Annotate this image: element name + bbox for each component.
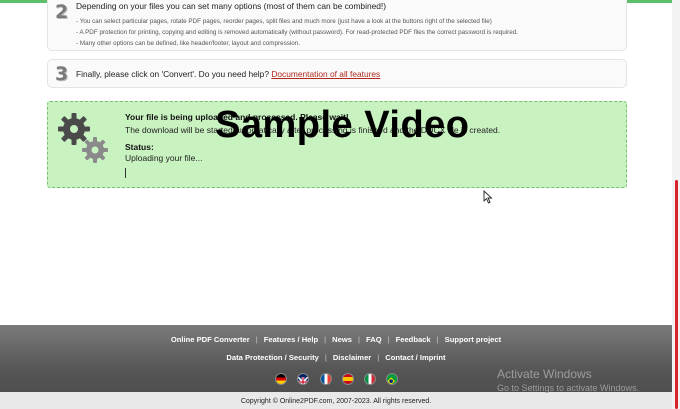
- bullet-protection: - A PDF protection for printing, copying…: [76, 29, 519, 36]
- step-2-headline: Depending on your files you can set many…: [76, 1, 387, 11]
- status-value: Uploading your file...: [125, 153, 203, 163]
- sample-video-watermark: Sample Video: [215, 104, 470, 146]
- footer-separator: |: [387, 335, 390, 344]
- gears-icon: [58, 113, 108, 163]
- step-2-options: 2 Depending on your files you can set ma…: [47, 0, 627, 51]
- italy-flag-icon[interactable]: [364, 373, 376, 385]
- brazil-flag-icon[interactable]: [386, 373, 398, 385]
- footer-link-disclaimer[interactable]: Disclaimer: [333, 353, 371, 362]
- united-kingdom-flag-icon[interactable]: [297, 373, 309, 385]
- footer-separator: |: [358, 335, 360, 344]
- mouse-pointer-icon: [483, 190, 493, 204]
- footer-link-support-project[interactable]: Support project: [445, 335, 502, 344]
- status-label: Status:: [125, 142, 154, 152]
- documentation-link[interactable]: Documentation of all features: [271, 69, 380, 79]
- step-3-text: Finally, please click on 'Convert'. Do y…: [76, 69, 380, 79]
- footer-link-features-help[interactable]: Features / Help: [264, 335, 318, 344]
- footer-separator: |: [436, 335, 439, 344]
- text-caret: [125, 168, 126, 178]
- bullet-other-options: - Many other options can be defined, lik…: [76, 40, 301, 47]
- footer-separator: |: [255, 335, 258, 344]
- scrollbar-thumb[interactable]: [675, 180, 678, 409]
- copyright-text: Copyright © Online2PDF.com, 2007-2023. A…: [240, 398, 432, 405]
- footer-links-primary: Online PDF Converter | Features / Help | New…: [0, 335, 672, 344]
- step-3-number: 3: [55, 63, 69, 85]
- footer-link-data-protection[interactable]: Data Protection / Security: [226, 353, 318, 362]
- step-3-convert: 3 Finally, please click on 'Convert'. Do…: [47, 59, 627, 88]
- footer-link-news[interactable]: News: [332, 335, 352, 344]
- step-2-number: 2: [55, 1, 69, 23]
- bullet-options: - You can select particular pages, rotat…: [76, 18, 492, 25]
- footer-separator: |: [377, 353, 380, 362]
- footer-link-online-pdf-converter[interactable]: Online PDF Converter: [171, 335, 250, 344]
- spain-flag-icon[interactable]: [342, 373, 354, 385]
- footer-link-faq[interactable]: FAQ: [366, 335, 382, 344]
- footer-link-contact-imprint[interactable]: Contact / Imprint: [385, 353, 445, 362]
- activate-windows-title: Activate Windows: [497, 367, 592, 381]
- germany-flag-icon[interactable]: [275, 373, 287, 385]
- activate-windows-subtitle: Go to Settings to activate Windows.: [497, 383, 640, 393]
- step-3-instruction: Finally, please click on 'Convert'. Do y…: [76, 69, 269, 79]
- activate-windows-overlay: Activate Windows Go to Settings to activ…: [497, 367, 672, 393]
- footer-separator: |: [324, 335, 327, 344]
- footer-link-feedback[interactable]: Feedback: [396, 335, 431, 344]
- footer-links-secondary: Data Protection / Security | Disclaimer | Co…: [0, 353, 672, 362]
- step-2-bullets: - You can select particular pages, rotat…: [76, 16, 518, 49]
- footer-separator: |: [324, 353, 327, 362]
- france-flag-icon[interactable]: [320, 373, 332, 385]
